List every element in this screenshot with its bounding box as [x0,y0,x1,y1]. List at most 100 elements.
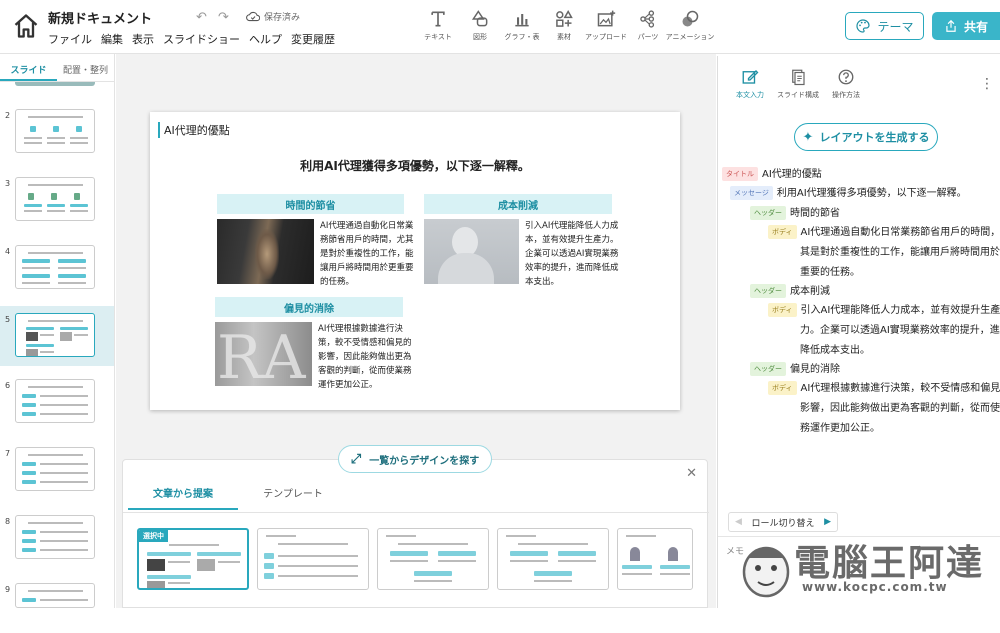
tool-upload[interactable]: アップロード [585,9,627,42]
tag-header: ヘッダー [750,206,786,220]
outline-body-row-3[interactable]: ボディ AI代理根據數據進行決策，較不受情感和偏見的 [768,379,1000,395]
slide-panel-tabs: スライド 配置・整列 [0,54,114,82]
sparkle-icon: ✦ [802,129,814,145]
slide-thumbnail-5[interactable]: 5 [0,306,114,366]
slide-image-2[interactable] [424,219,519,284]
outline-header-row-2[interactable]: ヘッダー 成本削減 [750,282,830,298]
slide-body-2[interactable]: 引入AI代理能降低人力成本，並有效提升生產力。企業可以透過AI實現業務效率的提升… [525,219,625,289]
outline-header-row-3[interactable]: ヘッダー 偏見的消除 [750,360,840,376]
tool-upload-label: アップロード [585,33,627,41]
more-options-icon[interactable]: ⋮ [980,76,994,92]
design-option-5[interactable] [617,528,693,590]
close-icon[interactable]: ✕ [686,466,697,481]
menu-edit[interactable]: 編集 [101,31,123,47]
tab-slide-structure[interactable]: スライド構成 [774,68,822,100]
explore-designs-label: 一覧からデザインを探す [369,455,480,467]
tab-how-to[interactable]: 操作方法 [822,68,870,100]
slide-image-3[interactable]: RA [215,322,312,386]
generate-layout-label: レイアウトを生成する [819,131,930,144]
design-list: 選択中 [137,528,693,590]
tab-templates[interactable]: テンプレート [238,485,348,510]
slide-thumbnail-8[interactable]: 8 [0,515,114,565]
watermark: 電腦王阿達 www.kocpc.com.tw [738,528,1000,608]
tab-text-input[interactable]: 本文入力 [726,68,774,100]
undo-icon[interactable]: ↶ [196,10,207,25]
slide-message[interactable]: 利用AI代理獲得多項優勢，以下逐一解釋。 [150,157,680,174]
menu-slideshow[interactable]: スライドショー [163,31,240,47]
pages-icon [792,69,805,86]
slide-header-3[interactable]: 偏見的消除 [215,297,403,317]
slide-header-1[interactable]: 時間的節省 [217,194,404,214]
text-input-panel: 本文入力 スライド構成 操作方法 ⋮ ✦ レイアウトを生成する タイトル AI代理… [717,56,1000,608]
outline-header-text: 偏見的消除 [790,364,840,375]
tool-text-label: テキスト [424,33,452,41]
tag-message: メッセージ [730,186,773,200]
tool-shape[interactable]: 図形 [459,9,501,42]
tab-suggest-from-text[interactable]: 文章から提案 [128,485,238,510]
design-option-3[interactable] [377,528,489,590]
menu-history[interactable]: 変更履歴 [291,31,335,47]
generate-layout-button[interactable]: ✦ レイアウトを生成する [794,123,938,151]
slide-thumbnail-9[interactable]: 9 [0,583,114,633]
tool-material[interactable]: 素材 [543,9,585,42]
slide-thumbnail-4[interactable]: 4 [0,245,114,295]
slide-number: 3 [5,179,11,188]
design-tabs: 文章から提案 テンプレート [128,485,348,510]
slide-thumbnail-2[interactable]: 2 [0,109,114,159]
menu-view[interactable]: 表示 [132,31,154,47]
slide-thumbnail-6[interactable]: 6 [0,379,114,429]
home-icon[interactable] [12,12,40,40]
tool-text[interactable]: テキスト [417,9,459,42]
slide-thumbnail-3[interactable]: 3 [0,177,114,227]
share-button-label: 共有 [963,19,988,34]
edit-icon [742,70,759,84]
slide-title[interactable]: AI代理的優點 [158,122,230,138]
explore-designs-button[interactable]: ⤢ 一覧からデザインを探す [338,445,492,473]
insert-toolbar: テキスト 図形 グラフ・表 素材 アップロード パーツ アニメーション [417,9,714,42]
design-option-4[interactable] [497,528,609,590]
outline-header-text: 成本削減 [790,286,830,297]
chevron-left-icon[interactable]: ◀ [735,517,742,527]
parts-icon [640,10,655,28]
outline-body-line: AI代理根據數據進行決策，較不受情感和偏見的 [800,383,1000,394]
outline-header-text: 時間的節省 [790,208,840,219]
outline-message-text: 利用AI代理獲得多項優勢，以下逐一解釋。 [776,188,967,199]
outline-title-row[interactable]: タイトル AI代理的優點 [722,165,822,181]
tool-parts[interactable]: パーツ [627,9,669,42]
slide-header-2[interactable]: 成本削減 [424,194,612,214]
tool-animation-label: アニメーション [665,33,715,41]
tab-arrange[interactable]: 配置・整列 [57,54,114,81]
outline-body-row-2[interactable]: ボディ 引入AI代理能降低人力成本，並有效提升生產 [768,301,1000,317]
chart-icon [515,14,529,27]
material-icon [556,9,573,27]
role-switch-label: ロール切り替え [751,518,815,529]
outline-body-line: 影響，因此能夠做出更為客觀的判斷，從而使業 [800,403,1000,414]
design-option-1[interactable]: 選択中 [137,528,249,590]
share-button[interactable]: 共有 [932,12,1000,40]
outline-message-row[interactable]: メッセージ 利用AI代理獲得多項優勢，以下逐一解釋。 [730,184,967,200]
tool-animation[interactable]: アニメーション [666,9,714,42]
theme-button[interactable]: テーマ [845,12,924,40]
tab-slides[interactable]: スライド [0,54,57,81]
redo-icon[interactable]: ↷ [218,10,229,25]
tab-text-input-label: 本文入力 [736,91,764,99]
slide-list-panel: スライド 配置・整列 2 3 4 5 6 7 8 9 [0,54,115,608]
design-option-2[interactable] [257,528,369,590]
outline-header-row-1[interactable]: ヘッダー 時間的節省 [750,204,840,220]
cloud-check-icon [246,11,260,22]
slide-body-3[interactable]: AI代理根據數據進行決策，較不受情感和偏見的影響，因此能夠做出更為客觀的判斷，從… [318,322,418,392]
slide-thumbnail-partial [15,82,95,86]
menu-help[interactable]: ヘルプ [249,31,282,47]
tool-chart[interactable]: グラフ・表 [501,9,543,42]
slide-thumbnail-7[interactable]: 7 [0,447,114,497]
slide-number: 4 [5,247,11,256]
menu-file[interactable]: ファイル [48,31,92,47]
slide-body-1[interactable]: AI代理通過自動化日常業務節省用戶的時間，尤其是對於重複性的工作，能讓用戶將時間… [320,219,420,289]
chevron-right-icon[interactable]: ▶ [824,517,831,527]
slide-image-1[interactable] [217,219,314,284]
outline-body-line: 引入AI代理能降低人力成本，並有效提升生產 [800,305,1000,316]
watermark-text: 電腦王阿達 [794,543,985,584]
document-title[interactable]: 新規ドキュメント [48,8,152,27]
outline-body-row-1[interactable]: ボディ AI代理通過自動化日常業務節省用戶的時間，尤 [768,223,1000,239]
slide-canvas[interactable]: AI代理的優點 利用AI代理獲得多項優勢，以下逐一解釋。 時間的節省 AI代理通… [150,112,680,410]
